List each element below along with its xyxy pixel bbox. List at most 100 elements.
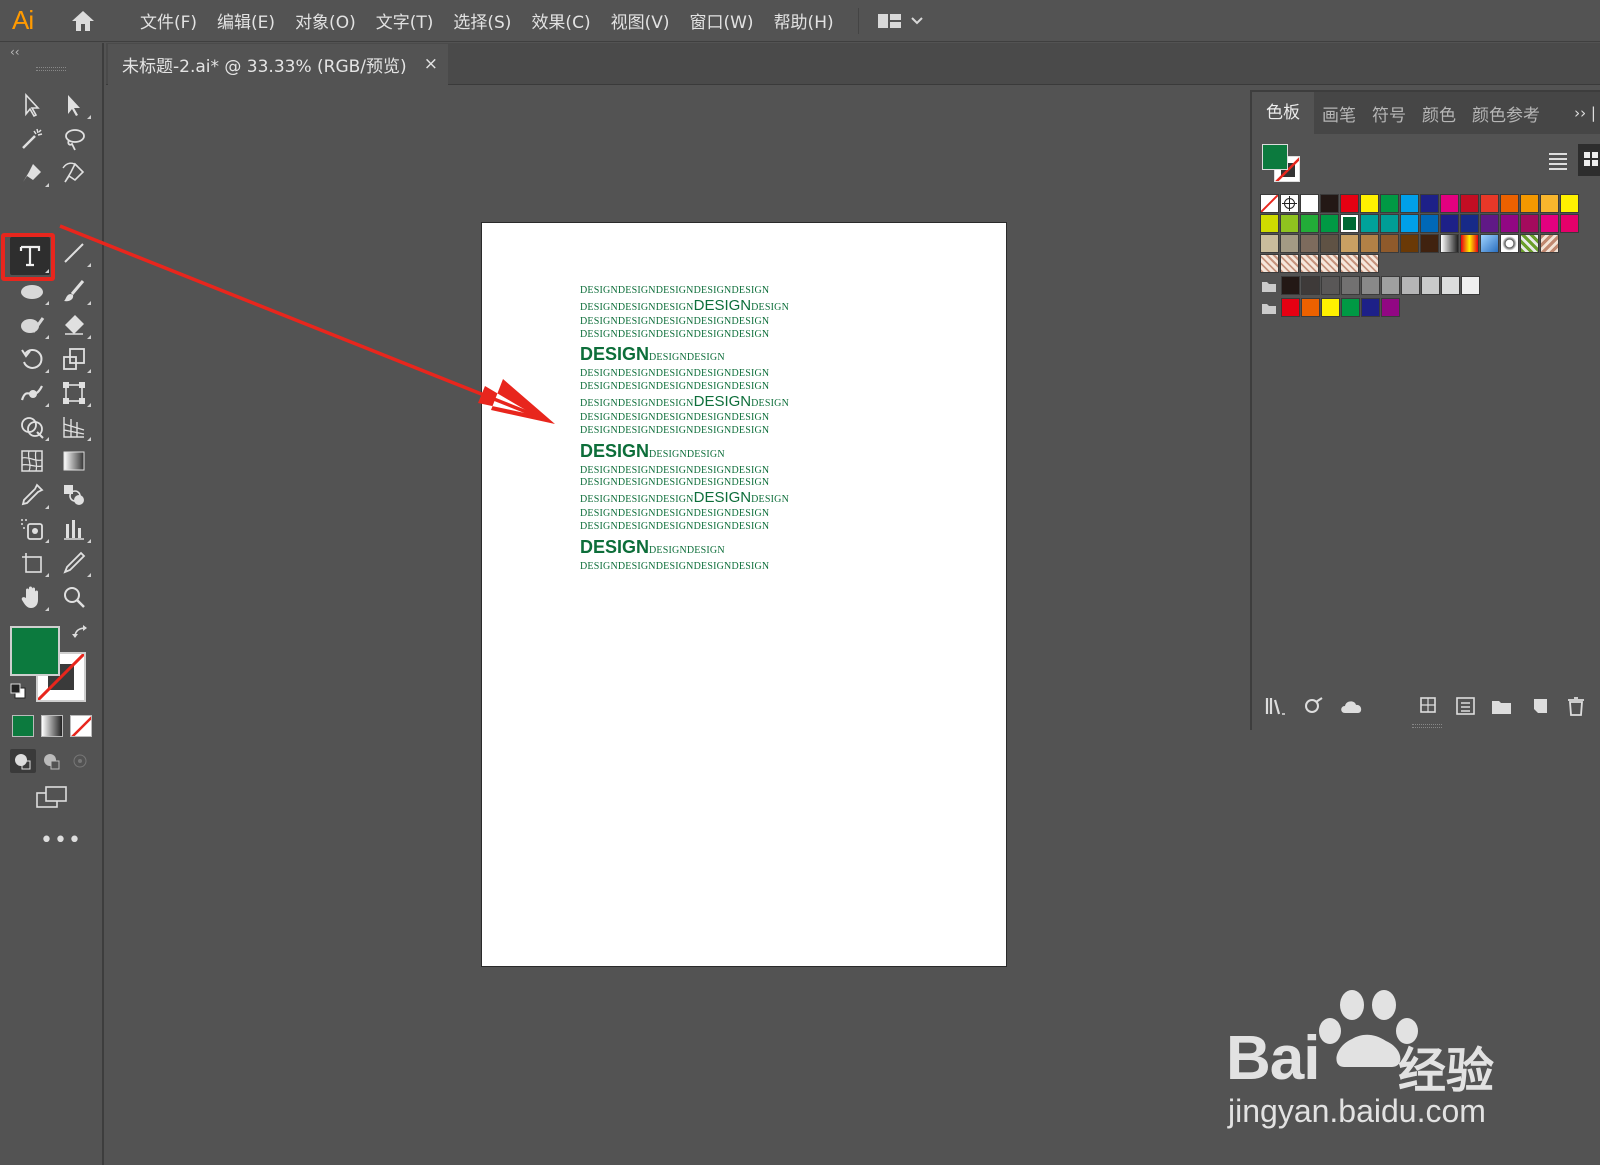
color-mode-button[interactable] [12,715,34,737]
column-graph-tool[interactable] [56,513,92,545]
line-segment-tool[interactable] [56,237,92,269]
shaper-tool[interactable] [14,309,50,341]
color-swatch[interactable] [1500,234,1519,253]
color-swatch[interactable] [1301,276,1320,295]
color-swatch[interactable] [1300,194,1319,213]
design-text-block[interactable]: DESIGNDESIGNDESIGNDESIGNDESIGN DESIGNDESI… [580,285,789,574]
color-swatch[interactable] [1360,234,1379,253]
color-swatch[interactable] [1280,194,1299,213]
color-swatch[interactable] [1400,194,1419,213]
color-swatch[interactable] [1480,234,1499,253]
toolbar-grip[interactable] [36,67,66,71]
menu-help[interactable]: 帮助(H) [764,8,844,33]
grid-view-button[interactable] [1578,144,1600,176]
hand-tool[interactable] [14,581,50,613]
home-icon[interactable] [68,6,98,36]
menu-select[interactable]: 选择(S) [443,8,521,33]
close-icon[interactable]: × [424,54,438,74]
panel-expand-icon[interactable]: ›› | [1574,104,1596,122]
color-swatch[interactable] [1281,298,1300,317]
swatch-libraries-icon[interactable] [1264,694,1288,718]
color-swatch[interactable] [1341,276,1360,295]
menu-effect[interactable]: 效果(C) [521,8,600,33]
tab-symbols[interactable]: 符号 [1364,101,1414,126]
color-swatch[interactable] [1540,234,1559,253]
shape-builder-tool[interactable] [14,411,50,443]
magic-wand-tool[interactable] [14,123,50,155]
zoom-tool[interactable] [56,581,92,613]
color-swatch[interactable] [1420,234,1439,253]
color-swatch[interactable] [1280,234,1299,253]
panel-fill-swatch[interactable] [1262,144,1288,170]
selection-tool[interactable] [14,89,50,121]
color-swatch[interactable] [1460,214,1479,233]
color-swatch[interactable] [1260,214,1279,233]
menu-file[interactable]: 文件(F) [130,8,207,33]
scale-tool[interactable] [56,343,92,375]
tab-color-guide[interactable]: 颜色参考 [1464,101,1540,126]
color-group-options-icon[interactable] [1454,694,1478,718]
artboard[interactable]: DESIGNDESIGNDESIGNDESIGNDESIGN DESIGNDESI… [481,222,1007,967]
slice-tool[interactable] [56,547,92,579]
color-swatch[interactable] [1320,214,1339,233]
pen-tool[interactable] [14,157,50,189]
color-swatch[interactable] [1500,214,1519,233]
color-swatch[interactable] [1260,254,1279,273]
color-swatch[interactable] [1361,298,1380,317]
tab-brushes[interactable]: 画笔 [1314,101,1364,126]
mesh-tool[interactable] [14,445,50,477]
list-view-button[interactable] [1544,148,1572,174]
color-swatch[interactable] [1321,298,1340,317]
color-swatch[interactable] [1320,234,1339,253]
color-swatch[interactable] [1281,276,1300,295]
color-swatch[interactable] [1280,254,1299,273]
color-swatch[interactable] [1340,214,1359,233]
paintbrush-tool[interactable] [56,275,92,307]
color-swatch[interactable] [1381,298,1400,317]
color-group-folder-icon[interactable] [1260,298,1278,317]
color-swatch[interactable] [1460,194,1479,213]
free-transform-tool[interactable] [56,377,92,409]
color-swatch[interactable] [1380,234,1399,253]
color-swatch[interactable] [1500,194,1519,213]
color-swatch[interactable] [1260,234,1279,253]
color-swatch[interactable] [1421,276,1440,295]
color-swatch[interactable] [1560,194,1579,213]
cloud-library-icon[interactable] [1338,694,1368,718]
default-fill-stroke-icon[interactable] [10,683,26,703]
tab-swatches[interactable]: 色板 [1252,92,1314,134]
color-swatch[interactable] [1540,214,1559,233]
menu-edit[interactable]: 编辑(E) [207,8,285,33]
delete-swatch-icon[interactable] [1564,694,1588,718]
ellipse-tool[interactable] [14,275,50,307]
color-swatch[interactable] [1341,298,1360,317]
gradient-mode-button[interactable] [41,715,63,737]
artboard-tool[interactable] [14,547,50,579]
color-swatch[interactable] [1260,194,1279,213]
color-swatch[interactable] [1361,276,1380,295]
new-color-group-icon[interactable] [1490,694,1514,718]
color-swatch[interactable] [1480,214,1499,233]
color-swatch[interactable] [1440,234,1459,253]
color-swatch[interactable] [1340,254,1359,273]
symbol-sprayer-tool[interactable] [14,513,50,545]
color-swatch[interactable] [1381,276,1400,295]
color-swatch[interactable] [1280,214,1299,233]
color-swatch[interactable] [1300,234,1319,253]
color-swatch[interactable] [1461,276,1480,295]
change-screen-mode-icon[interactable] [36,785,68,813]
new-swatch-icon[interactable] [1528,694,1552,718]
collapse-toolbar-icon[interactable]: ‹‹ [10,45,20,59]
draw-behind-button[interactable] [39,749,65,773]
color-swatch[interactable] [1420,214,1439,233]
color-swatch[interactable] [1320,194,1339,213]
color-swatch[interactable] [1560,214,1579,233]
color-swatch[interactable] [1401,276,1420,295]
color-swatch[interactable] [1380,194,1399,213]
color-swatch[interactable] [1420,194,1439,213]
draw-normal-button[interactable] [10,749,36,773]
warp-tool[interactable] [14,377,50,409]
show-swatch-kinds-icon[interactable] [1302,694,1326,718]
color-swatch[interactable] [1301,298,1320,317]
tab-color[interactable]: 颜色 [1414,101,1464,126]
